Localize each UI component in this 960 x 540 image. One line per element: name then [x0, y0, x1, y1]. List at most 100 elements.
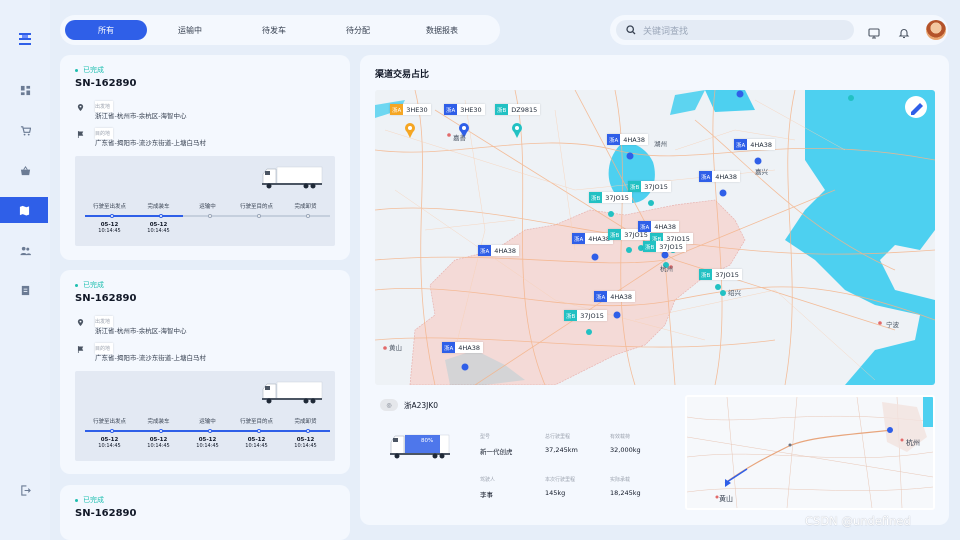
progress-step-dot	[256, 429, 261, 433]
sidebar-item-dashboard[interactable]	[0, 77, 50, 103]
shipment-number: SN-162890	[75, 508, 137, 519]
sidebar-item-document[interactable]	[0, 277, 50, 303]
tab-awaiting-departure[interactable]: 待发车	[233, 20, 315, 40]
progress-step-dot	[158, 429, 163, 433]
progress-step-dot	[109, 429, 114, 433]
filter-tabs: 所有 运输中 待发车 待分配 数据报表	[60, 15, 500, 45]
tab-reports[interactable]: 数据报表	[401, 20, 483, 40]
step-time: 05-12 10:14:45	[98, 222, 121, 234]
vehicle-model: 型号 新一代创虎	[480, 434, 513, 456]
route-map-canvas	[687, 397, 933, 508]
city-label: 黄山	[719, 495, 733, 503]
step-time: 05-12 10:14:45	[245, 437, 268, 449]
route-minimap[interactable]: 杭州 黄山	[685, 395, 935, 510]
main-panel: 渠道交易占比 黄山 嘉兴 湖州 杭州 绍兴 宁波 嘉善 浙A 3HE30 浙A …	[360, 55, 949, 525]
truck-load-image	[390, 434, 450, 459]
shipment-number: SN-162890	[75, 78, 137, 89]
logout-icon	[20, 484, 31, 496]
destination-address: 广东省-揭阳市-流沙东街道-上塘白马村	[95, 354, 207, 362]
step-label: 运输中	[199, 419, 216, 425]
vehicle-label[interactable]: 浙A 4HA38	[638, 221, 680, 232]
truck-image	[262, 166, 323, 189]
shipment-card[interactable]: 已完成 SN-162890	[60, 485, 350, 540]
step-label: 行驶至出发点	[92, 204, 126, 210]
city-label: 宁波	[886, 321, 899, 329]
step-label: 运输中	[199, 204, 216, 210]
tab-unassigned[interactable]: 待分配	[317, 20, 399, 40]
status-badge: 已完成	[75, 65, 104, 75]
step-label: 完成装车	[147, 204, 170, 210]
logout-button[interactable]	[0, 477, 50, 503]
city-label: 绍兴	[728, 289, 741, 297]
watermark: CSDN @undefined	[805, 514, 911, 528]
step-label: 完成装车	[147, 419, 170, 425]
notification-button[interactable]	[898, 24, 910, 39]
progress-step-dot	[207, 214, 212, 218]
sidebar-item-map[interactable]	[0, 197, 48, 223]
document-icon	[21, 285, 29, 295]
status-badge: 已完成	[75, 495, 104, 505]
dashboard-icon	[20, 85, 30, 95]
bell-icon	[898, 29, 910, 39]
progress-bar	[85, 214, 330, 218]
monitor-button[interactable]	[868, 24, 880, 39]
progress-panel: 行驶至出发点 完成装车 运输中 行驶至目的点 完成卸货 05-12 10:14:4…	[75, 371, 335, 461]
vehicle-label[interactable]: 浙A 4HA38	[572, 233, 614, 244]
vehicle-label[interactable]: 浙B DZ9815	[495, 104, 541, 115]
progress-panel: 行驶至出发点 完成装车 运输中 行驶至目的点 完成卸货 05-12 10:14:4…	[75, 156, 335, 246]
vehicle-label[interactable]: 浙A 3HE30	[444, 104, 485, 115]
tab-in-transit[interactable]: 运输中	[149, 20, 231, 40]
city-label: 杭州	[906, 439, 920, 447]
monitor-icon	[868, 28, 880, 39]
vehicle-label[interactable]: 浙B 37JO15	[643, 241, 686, 252]
panel-title: 渠道交易占比	[375, 70, 430, 80]
location-pin-icon	[77, 104, 84, 111]
truck-image	[262, 381, 323, 404]
step-label: 行驶至目的点	[239, 419, 273, 425]
vehicle-label[interactable]: 浙A 4HA38	[594, 291, 636, 302]
vehicle-label[interactable]: 浙A 4HA38	[607, 134, 649, 145]
actual-load: 实际承载 18,245kg	[610, 477, 641, 497]
total-mileage: 总行驶里程 37,245km	[545, 434, 578, 454]
sidebar-item-users[interactable]	[0, 237, 50, 263]
step-labels: 行驶至出发点 完成装车 运输中 行驶至目的点 完成卸货	[85, 417, 330, 425]
sidebar-item-cart[interactable]	[0, 117, 50, 143]
map-view[interactable]: 黄山 嘉兴 湖州 杭州 绍兴 宁波 嘉善 浙A 3HE30 浙A 3HE30 浙B D…	[375, 90, 935, 385]
shipment-number: SN-162890	[75, 293, 137, 304]
vehicle-label[interactable]: 浙A 4HA38	[699, 171, 741, 182]
vehicle-label[interactable]: 浙B 37JO15	[699, 269, 742, 280]
step-time: 05-12 10:14:45	[147, 437, 170, 449]
step-label: 完成卸货	[294, 419, 317, 425]
step-label: 行驶至出发点	[92, 419, 126, 425]
driver-name: 驾驶人 李事	[480, 477, 496, 499]
vehicle-plate: 浙A23JK0	[404, 400, 439, 410]
map-icon	[19, 205, 29, 216]
avatar[interactable]	[926, 20, 946, 40]
sidebar-item-basket[interactable]	[0, 157, 50, 183]
step-time: 05-12 10:14:45	[294, 437, 317, 449]
trip-mileage: 本次行驶里程 145kg	[545, 477, 576, 497]
origin-address: 浙江省-杭州市-余杭区-海智中心	[95, 112, 187, 120]
progress-bar	[85, 429, 330, 433]
vehicle-label[interactable]: 浙B 37JO15	[564, 310, 607, 321]
progress-step-dot	[256, 214, 261, 218]
vehicle-label[interactable]: 浙A 3HE30	[390, 104, 431, 115]
vehicle-label[interactable]: 浙A 4HA38	[734, 139, 776, 150]
vehicle-label[interactable]: 浙A 4HA38	[442, 342, 484, 353]
progress-step-dot	[305, 429, 310, 433]
vehicle-label[interactable]: 浙B 37JO15	[628, 181, 671, 192]
logo-icon	[17, 32, 33, 46]
payload-capacity: 有效载荷 32,000kg	[610, 434, 641, 454]
search-input[interactable]: 关键词查找	[616, 20, 854, 40]
shipment-card[interactable]: 已完成 SN-162890 出发地 浙江省-杭州市-余杭区-海智中心 目的地 广…	[60, 55, 350, 260]
step-time: 05-12 10:14:45	[196, 437, 219, 449]
city-label: 杭州	[660, 265, 673, 273]
tab-all[interactable]: 所有	[65, 20, 147, 40]
city-label: 湖州	[654, 140, 667, 148]
vehicle-label[interactable]: 浙A 4HA38	[478, 245, 520, 256]
shipment-card[interactable]: 已完成 SN-162890 出发地 浙江省-杭州市-余杭区-海智中心 目的地 广…	[60, 270, 350, 474]
users-icon	[19, 246, 31, 255]
progress-fill	[85, 215, 183, 217]
city-label: 黄山	[389, 344, 402, 352]
vehicle-label[interactable]: 浙B 37JO15	[589, 192, 632, 203]
